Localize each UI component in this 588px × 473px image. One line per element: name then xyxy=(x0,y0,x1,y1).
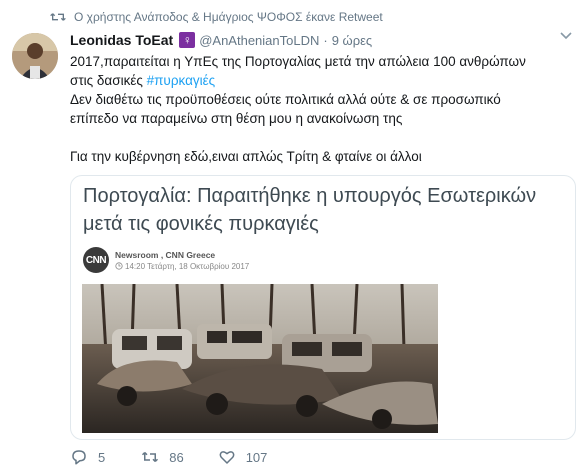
chevron-down-icon[interactable] xyxy=(560,32,572,40)
cnn-logo: CNN xyxy=(83,247,109,273)
tweet-line-blank xyxy=(70,128,570,147)
hashtag-link[interactable]: #πυρκαγιές xyxy=(147,73,216,88)
avatar-image xyxy=(12,33,58,79)
card-title: Πορτογαλία: Παραιτήθηκε η υπουργός Εσωτε… xyxy=(83,182,563,238)
burned-cars-photo xyxy=(82,284,438,433)
tweet-timestamp[interactable]: 9 ώρες xyxy=(332,33,372,48)
source-date-row: 14:20 Τετάρτη, 18 Οκτωβρίου 2017 xyxy=(115,262,249,271)
avatar[interactable] xyxy=(12,33,58,79)
reply-button[interactable]: 5 xyxy=(70,448,105,466)
tweet-line: Για την κυβέρνηση εδώ,ειναι απλώς Τρίτη … xyxy=(70,149,422,164)
author-badge: ♀ xyxy=(179,32,196,48)
like-count: 107 xyxy=(245,449,268,465)
source-name: Newsroom , CNN Greece xyxy=(115,249,216,260)
retweet-icon xyxy=(50,13,66,21)
author-handle[interactable]: @AnAthenianToLDN xyxy=(199,33,319,48)
tweet-line: στις δασικές #πυρκαγιές xyxy=(70,71,570,90)
tweet-header: Leonidas ToEat ♀ @AnAthenianToLDN · 9 ώρ… xyxy=(70,31,372,49)
retweet-icon xyxy=(142,451,159,463)
reply-count: 5 xyxy=(98,449,106,465)
clock-icon xyxy=(115,262,123,270)
card-title-line: Πορτογαλία: Παραιτήθηκε η υπουργός Εσωτε… xyxy=(83,185,537,207)
reply-icon xyxy=(72,450,86,465)
tweet-line: 2017,παραιτείται η ΥπΕς της Πορτογαλίας … xyxy=(70,54,526,69)
retweet-context[interactable]: Ο χρήστης Ανάποδος & Ημάγριος ΨΟΦΟΣ έκαν… xyxy=(50,8,383,26)
tweet-text: 2017,παραιτείται η ΥπΕς της Πορτογαλίας … xyxy=(70,52,570,166)
tweet-text-fragment: στις δασικές xyxy=(70,73,147,88)
tweet-line: επίπεδο να παραμείνω στη θέση μου η ανακ… xyxy=(70,111,403,126)
retweet-button[interactable]: 86 xyxy=(141,448,184,466)
tweet-actions: 5 86 107 xyxy=(70,446,299,468)
retweet-context-text: Ο χρήστης Ανάποδος & Ημάγριος ΨΟΦΟΣ έκαν… xyxy=(74,10,383,24)
author-name[interactable]: Leonidas ToEat xyxy=(70,32,173,48)
source-meta: Newsroom , CNN Greece 14:20 Τετάρτη, 18 … xyxy=(115,250,249,271)
retweet-count: 86 xyxy=(169,449,184,465)
heart-icon xyxy=(219,451,235,464)
like-button[interactable]: 107 xyxy=(218,448,268,466)
card-title-line: μετά τις φονικές πυρκαγιές xyxy=(83,213,319,235)
link-preview-card[interactable]: Πορτογαλία: Παραιτήθηκε η υπουργός Εσωτε… xyxy=(70,175,576,440)
card-source: CNN Newsroom , CNN Greece 14:20 Τετάρτη,… xyxy=(83,246,249,274)
source-date: 14:20 Τετάρτη, 18 Οκτωβρίου 2017 xyxy=(125,261,250,271)
tweet-line: Δεν διαθέτω τις προϋποθέσεις ούτε πολιτι… xyxy=(70,92,501,107)
separator-dot: · xyxy=(323,32,328,48)
